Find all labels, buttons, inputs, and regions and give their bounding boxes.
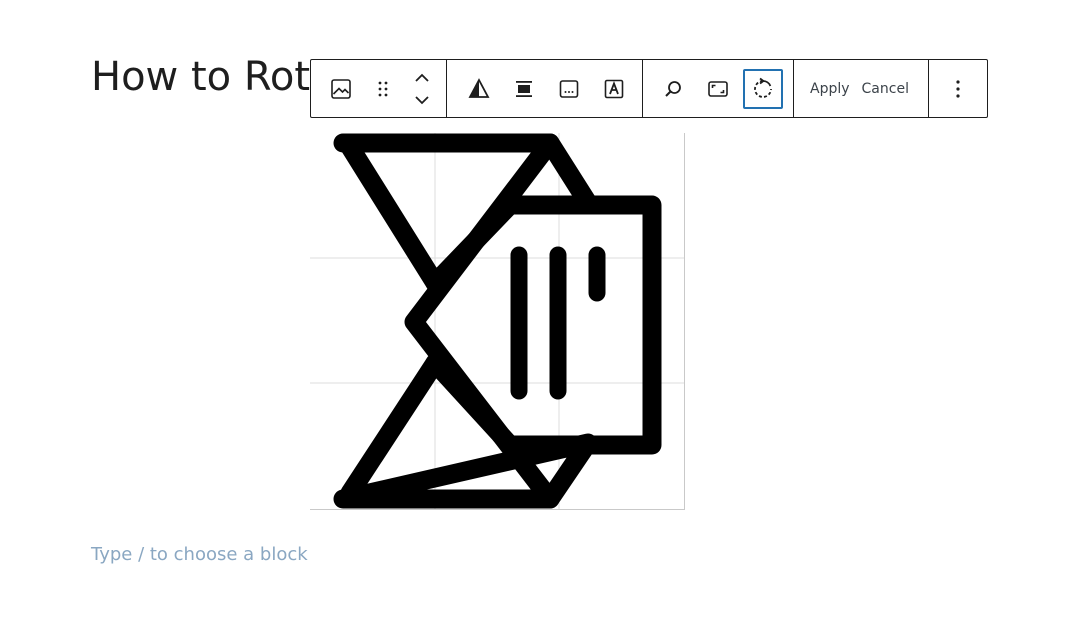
caption-icon	[559, 79, 579, 98]
text-over-image-icon	[604, 79, 624, 98]
move-up-down-button[interactable]	[405, 69, 439, 109]
caption-button[interactable]	[549, 69, 589, 109]
zoom-button[interactable]	[653, 69, 693, 109]
move-up-down-icon	[415, 73, 429, 104]
zoom-icon	[665, 80, 681, 97]
aspect-ratio-button[interactable]	[698, 69, 738, 109]
drag-handle-icon	[378, 81, 388, 96]
letter-lines	[510, 246, 606, 400]
toolbar-group-actions: Apply Cancel	[794, 60, 929, 117]
drag-handle-button[interactable]	[366, 69, 400, 109]
toolbar-group-more	[929, 60, 987, 117]
text-over-image-button[interactable]	[594, 69, 634, 109]
envelope-drawing	[333, 133, 662, 509]
aspect-ratio-icon	[708, 80, 728, 97]
block-placeholder[interactable]: Type / to choose a block	[91, 544, 308, 565]
image-block-icon	[331, 78, 351, 99]
toolbar-group-styles	[447, 60, 643, 117]
toolbar-group-crop	[643, 60, 794, 117]
cancel-button[interactable]: Cancel	[856, 81, 915, 97]
toolbar-group-block	[311, 60, 447, 117]
more-vertical-icon	[956, 79, 960, 98]
image-block-crop-area[interactable]	[310, 133, 685, 510]
align-button[interactable]	[504, 69, 544, 109]
envelope-with-letter-icon	[310, 133, 684, 509]
apply-button[interactable]: Apply	[804, 81, 856, 97]
block-toolbar: Apply Cancel	[310, 59, 988, 118]
block-type-button[interactable]	[321, 69, 361, 109]
duotone-button[interactable]	[459, 69, 499, 109]
more-options-button[interactable]	[941, 69, 975, 109]
align-icon	[516, 80, 532, 97]
rotate-icon	[754, 77, 772, 98]
duotone-icon	[468, 77, 490, 98]
rotate-button[interactable]	[743, 68, 783, 109]
